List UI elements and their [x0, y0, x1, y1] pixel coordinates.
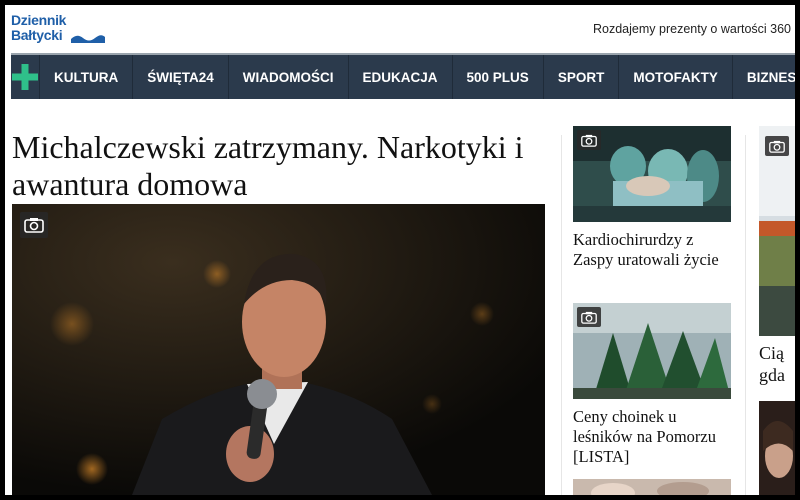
side-card-title[interactable]: Kardiochirurdzy z Zaspy uratowali życie: [573, 230, 731, 270]
nav-item-biznes[interactable]: BIZNES: [733, 55, 795, 99]
nav-item-sport[interactable]: SPORT: [544, 55, 620, 99]
nav-item-500-plus[interactable]: 500 PLUS: [453, 55, 544, 99]
far-card[interactable]: [759, 401, 795, 495]
gallery-badge: [577, 307, 601, 327]
camera-icon: [581, 311, 597, 324]
wave-logo-icon: [71, 35, 105, 43]
nav-item-swieta24[interactable]: ŚWIĘTA24: [133, 55, 229, 99]
hero-photo: [12, 204, 545, 495]
thumbnail-photo: [573, 479, 731, 495]
gallery-badge: [577, 130, 601, 150]
side-card[interactable]: Ceny choinek u leśników na Pomorzu [LIST…: [573, 303, 731, 467]
article-headline[interactable]: Michalczewski zatrzymany. Narkotyki i aw…: [12, 129, 552, 203]
nav-item-edukacja[interactable]: EDUKACJA: [349, 55, 453, 99]
site-header: Dziennik Bałtycki Rozdajemy prezenty o w…: [5, 5, 795, 53]
side-card-thumbnail[interactable]: [573, 126, 731, 222]
nav-plus-button[interactable]: [11, 55, 40, 99]
camera-icon: [769, 140, 785, 153]
article-hero-image[interactable]: [12, 204, 545, 495]
column-divider: [745, 135, 746, 495]
main-nav: KULTURA ŚWIĘTA24 WIADOMOŚCI EDUKACJA 500…: [11, 53, 795, 99]
site-logo[interactable]: Dziennik Bałtycki: [11, 12, 105, 47]
page: Dziennik Bałtycki Rozdajemy prezenty o w…: [5, 5, 795, 495]
portrait-photo: [759, 401, 795, 495]
far-card-thumbnail[interactable]: [759, 401, 795, 495]
far-card-title[interactable]: Cią gda: [759, 342, 795, 386]
column-divider: [561, 135, 562, 495]
nav-item-kultura[interactable]: KULTURA: [40, 55, 134, 99]
far-card[interactable]: Cią gda: [759, 126, 795, 386]
logo-line-1: Dziennik: [11, 12, 67, 28]
side-card[interactable]: [573, 479, 731, 495]
far-card-thumbnail[interactable]: [759, 126, 795, 336]
landscape-photo: [759, 126, 795, 336]
gallery-badge: [20, 212, 48, 238]
side-card-thumbnail[interactable]: [573, 303, 731, 399]
plus-icon: [12, 64, 38, 90]
side-card[interactable]: Kardiochirurdzy z Zaspy uratowali życie: [573, 126, 731, 270]
side-card-title[interactable]: Ceny choinek u leśników na Pomorzu [LIST…: [573, 407, 731, 467]
nav-item-wiadomosci[interactable]: WIADOMOŚCI: [229, 55, 349, 99]
promo-link[interactable]: Rozdajemy prezenty o wartości 360: [593, 22, 791, 36]
camera-icon: [581, 134, 597, 147]
camera-icon: [24, 218, 44, 233]
gallery-badge: [765, 136, 789, 156]
nav-item-motofakty[interactable]: MOTOFAKTY: [619, 55, 733, 99]
side-card-thumbnail[interactable]: [573, 479, 731, 495]
